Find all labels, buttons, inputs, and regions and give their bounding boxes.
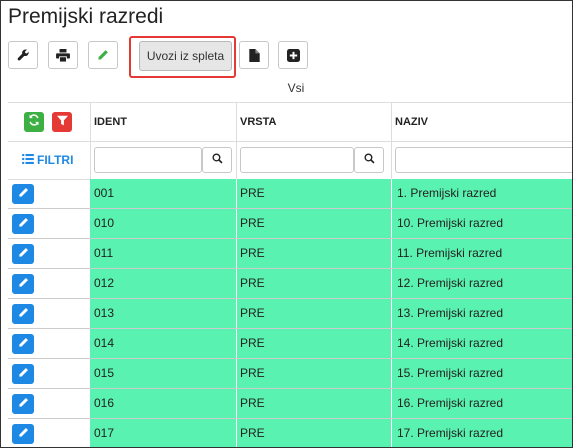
vrsta-search-button[interactable] (354, 147, 384, 173)
table-row[interactable]: 012 PRE 12. Premijski razred (8, 269, 572, 299)
cell-vrsta: PRE (240, 306, 265, 320)
settings-button[interactable] (8, 41, 38, 69)
cell-naziv: 13. Premijski razred (397, 306, 504, 320)
column-header-ident[interactable]: IDENT (94, 116, 127, 128)
row-edit-button[interactable] (12, 244, 34, 264)
pencil-icon (18, 275, 29, 293)
cell-ident: 011 (94, 246, 114, 260)
grid-filter-row: FILTRI (8, 141, 572, 180)
column-header-vrsta[interactable]: VRSTA (240, 116, 276, 128)
pencil-icon (18, 185, 29, 203)
cell-naziv: 14. Premijski razred (397, 336, 504, 350)
cell-naziv: 10. Premijski razred (397, 216, 504, 230)
grid-header-row: IDENT VRSTA NAZIV (8, 102, 572, 142)
funnel-icon (56, 113, 68, 131)
table-row[interactable]: 015 PRE 15. Premijski razred (8, 359, 572, 389)
cell-vrsta: PRE (240, 186, 265, 200)
cell-naziv: 15. Premijski razred (397, 366, 504, 380)
pencil-icon (18, 335, 29, 353)
cell-ident: 012 (94, 276, 115, 290)
print-button[interactable] (48, 41, 78, 69)
cell-vrsta: PRE (240, 336, 265, 350)
table-row[interactable]: 011 PRE 11. Premijski razred (8, 239, 572, 269)
edit-button[interactable] (88, 41, 118, 69)
file-icon (248, 48, 260, 62)
row-edit-button[interactable] (12, 274, 34, 294)
cell-vrsta: PRE (240, 426, 265, 440)
pencil-icon (18, 245, 29, 263)
cell-ident: 013 (94, 306, 115, 320)
app-window: Premijski razredi Uvozi iz spleta Vsi ID… (0, 0, 573, 448)
cell-naziv: 11. Premijski razred (397, 246, 503, 260)
page-title: Premijski razredi (8, 5, 164, 28)
filtri-toggle[interactable]: FILTRI (22, 153, 73, 167)
cell-ident: 017 (94, 426, 115, 440)
cell-vrsta: PRE (240, 246, 265, 260)
table-row[interactable]: 014 PRE 14. Premijski razred (8, 329, 572, 359)
row-edit-button[interactable] (12, 394, 34, 414)
cell-naziv: 12. Premijski razred (397, 276, 504, 290)
cell-vrsta: PRE (240, 216, 265, 230)
search-icon (363, 151, 375, 169)
refresh-button[interactable] (24, 112, 44, 132)
plus-square-icon (286, 48, 300, 62)
table-row[interactable]: 013 PRE 13. Premijski razred (8, 299, 572, 329)
toolbar (1, 41, 572, 71)
list-icon (22, 153, 34, 167)
import-from-web-button[interactable]: Uvozi iz spleta (139, 41, 232, 71)
vrsta-filter-input[interactable] (240, 147, 354, 173)
pencil-icon (18, 215, 29, 233)
column-header-naziv[interactable]: NAZIV (395, 116, 428, 128)
search-icon (211, 151, 223, 169)
cell-ident: 015 (94, 366, 115, 380)
cell-ident: 014 (94, 336, 115, 350)
row-highlight (90, 179, 572, 208)
table-row[interactable]: 017 PRE 17. Premijski razred (8, 419, 572, 447)
pencil-icon (18, 305, 29, 323)
row-edit-button[interactable] (12, 334, 34, 354)
wrench-icon (17, 49, 30, 62)
cell-vrsta: PRE (240, 366, 265, 380)
table-row[interactable]: 016 PRE 16. Premijski razred (8, 389, 572, 419)
add-button[interactable] (278, 41, 308, 69)
ident-filter-input[interactable] (94, 147, 202, 173)
cell-ident: 016 (94, 396, 115, 410)
cell-ident: 010 (94, 216, 115, 230)
printer-icon (56, 48, 70, 62)
cell-vrsta: PRE (240, 396, 265, 410)
cell-naziv: 16. Premijski razred (397, 396, 504, 410)
row-edit-button[interactable] (12, 214, 34, 234)
table-row[interactable]: 010 PRE 10. Premijski razred (8, 209, 572, 239)
row-edit-button[interactable] (12, 184, 34, 204)
pencil-icon (18, 365, 29, 383)
cell-naziv: 1. Premijski razred (397, 186, 497, 200)
pencil-icon (18, 425, 29, 443)
pencil-icon (18, 395, 29, 413)
filter-button[interactable] (52, 112, 72, 132)
cell-vrsta: PRE (240, 276, 265, 290)
row-edit-button[interactable] (12, 424, 34, 444)
refresh-icon (28, 113, 40, 131)
row-edit-button[interactable] (12, 304, 34, 324)
ident-search-button[interactable] (202, 147, 232, 173)
filtri-label: FILTRI (37, 153, 74, 167)
grid-body: 001 PRE 1. Premijski razred 010 PRE 10. Premi… (8, 179, 572, 447)
pencil-icon (97, 49, 109, 61)
table-row[interactable]: 001 PRE 1. Premijski razred (8, 179, 572, 209)
filter-scope-label: Vsi (287, 81, 305, 95)
row-edit-button[interactable] (12, 364, 34, 384)
naziv-filter-input[interactable] (395, 147, 572, 173)
new-document-button[interactable] (239, 41, 269, 69)
cell-naziv: 17. Premijski razred (397, 426, 504, 440)
cell-ident: 001 (94, 186, 115, 200)
